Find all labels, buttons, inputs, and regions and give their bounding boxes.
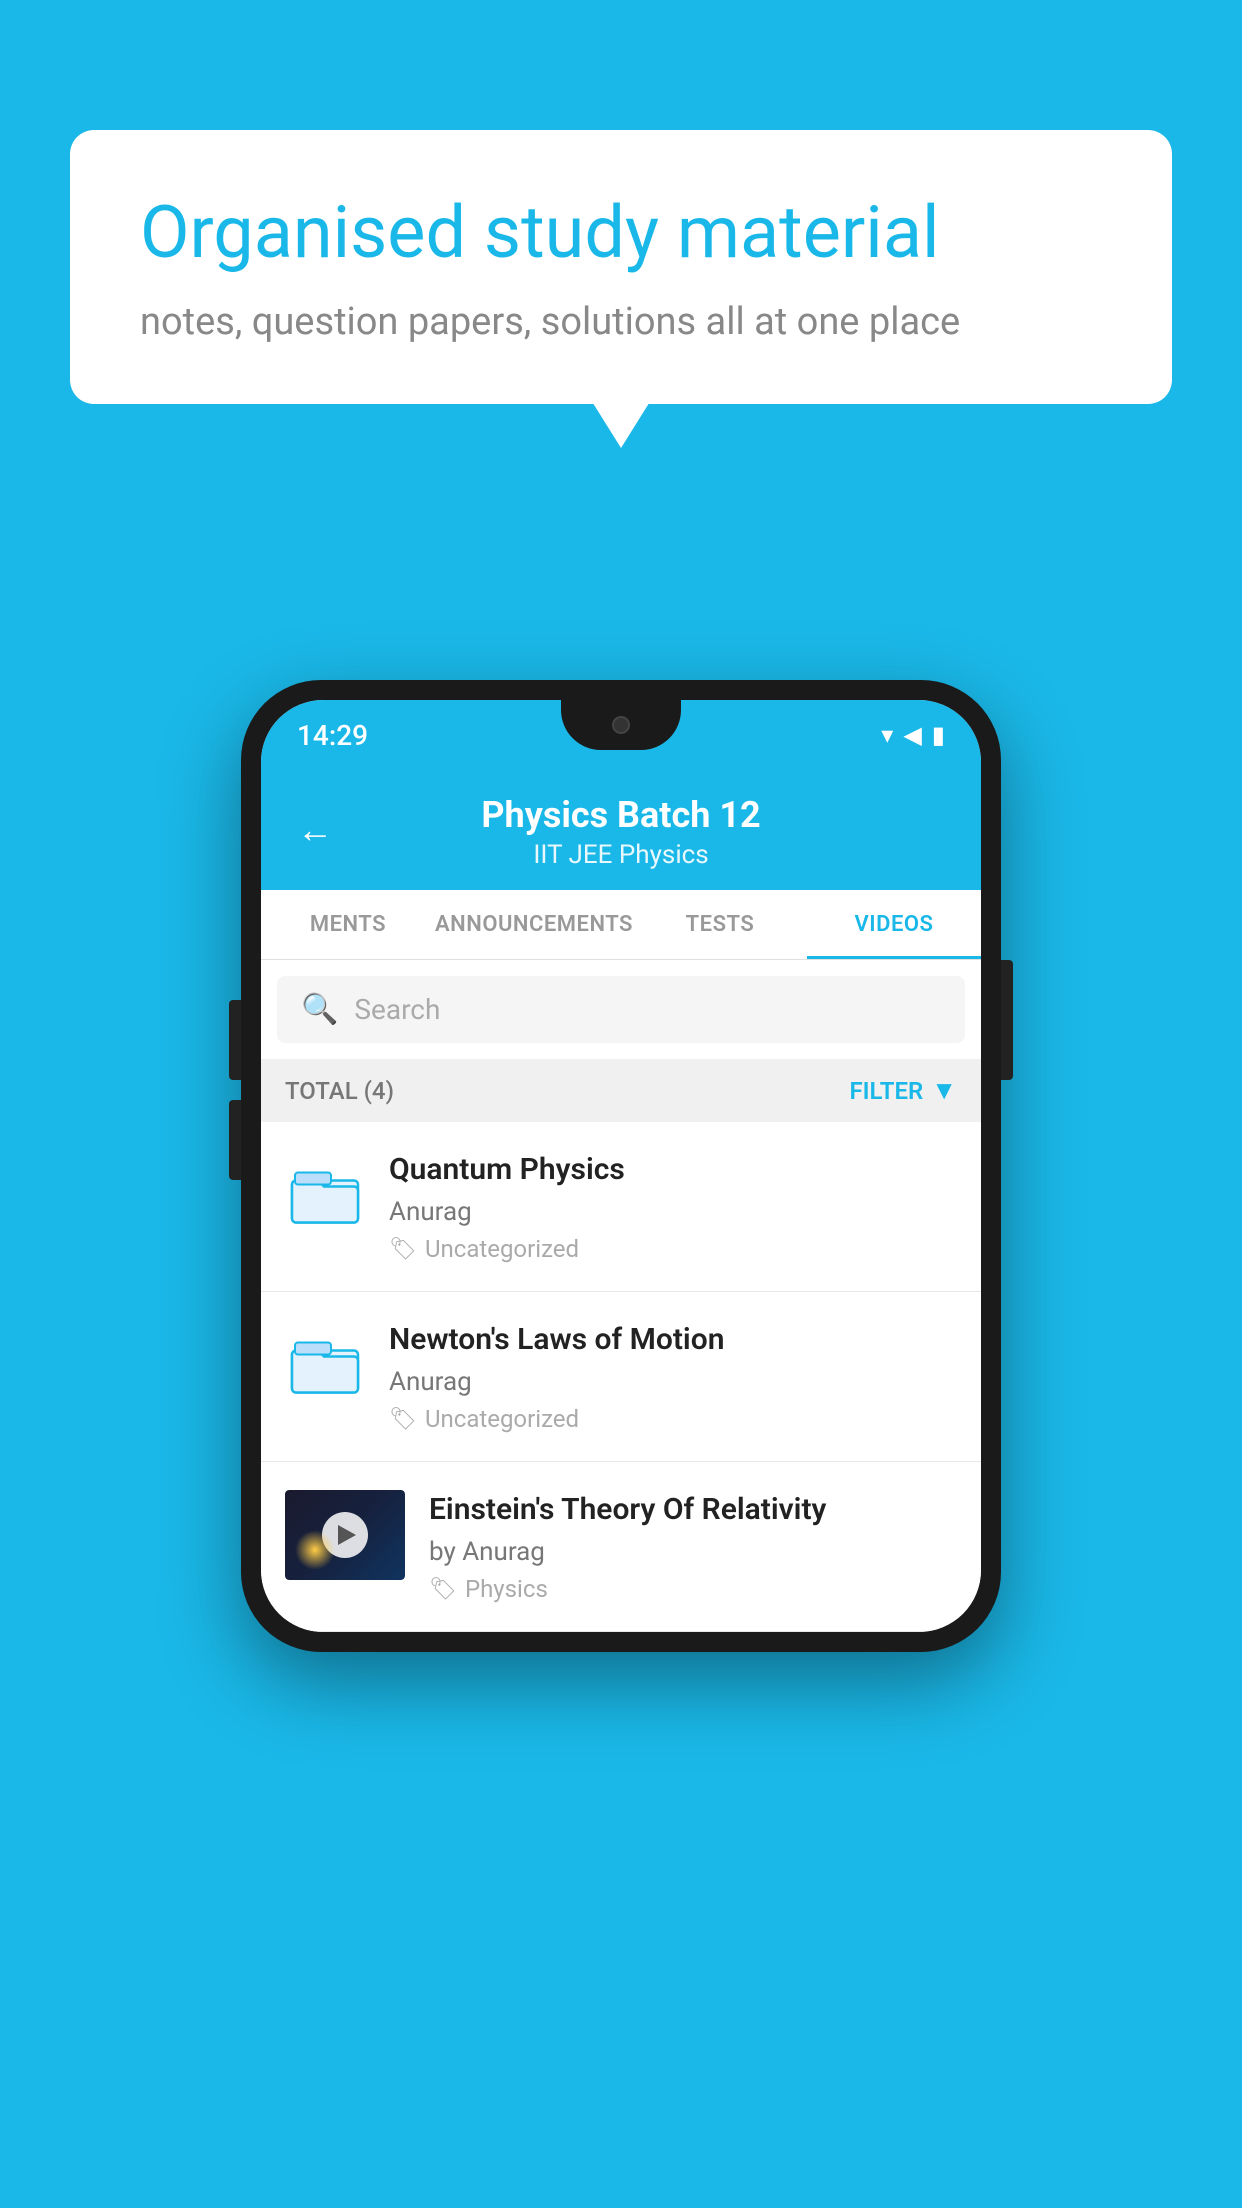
search-bar[interactable]: 🔍 Search [277, 976, 965, 1043]
camera-dot [612, 716, 630, 734]
tag-icon: 🏷 [389, 1237, 417, 1262]
header-subtitle: IIT JEE Physics [297, 840, 945, 870]
video-thumbnail [285, 1490, 405, 1580]
video-tag: 🏷 Physics [429, 1575, 957, 1603]
list-item[interactable]: Newton's Laws of Motion Anurag 🏷 Uncateg… [261, 1292, 981, 1462]
tag-icon: 🏷 [429, 1577, 457, 1602]
list-item[interactable]: Quantum Physics Anurag 🏷 Uncategorized [261, 1122, 981, 1292]
tab-videos[interactable]: VIDEOS [807, 890, 981, 959]
back-button[interactable]: ← [297, 809, 333, 851]
video-info: Quantum Physics Anurag 🏷 Uncategorized [389, 1150, 957, 1263]
filter-bar: TOTAL (4) FILTER ▼ [261, 1059, 981, 1122]
video-tag: 🏷 Uncategorized [389, 1405, 957, 1433]
tag-icon: 🏷 [389, 1407, 417, 1432]
battery-icon: ▮ [932, 721, 945, 749]
status-time: 14:29 [297, 719, 368, 752]
list-item[interactable]: Einstein's Theory Of Relativity by Anura… [261, 1462, 981, 1632]
header-title: Physics Batch 12 [297, 794, 945, 836]
thumb-glow [295, 1530, 335, 1570]
video-info: Einstein's Theory Of Relativity by Anura… [429, 1490, 957, 1603]
video-author: by Anurag [429, 1537, 957, 1567]
video-author: Anurag [389, 1367, 957, 1397]
total-count: TOTAL (4) [285, 1077, 394, 1105]
status-icons: ▾ ◀ ▮ [881, 721, 945, 749]
filter-icon: ▼ [931, 1075, 957, 1106]
folder-icon [285, 1324, 365, 1404]
tab-ments[interactable]: MENTS [261, 890, 435, 959]
video-tag: 🏷 Uncategorized [389, 1235, 957, 1263]
video-list: Quantum Physics Anurag 🏷 Uncategorized [261, 1122, 981, 1632]
bubble-title: Organised study material [140, 190, 1102, 276]
speech-bubble: Organised study material notes, question… [70, 130, 1172, 404]
video-title: Quantum Physics [389, 1150, 957, 1189]
bubble-subtitle: notes, question papers, solutions all at… [140, 300, 1102, 344]
phone-mockup: 14:29 ▾ ◀ ▮ ← Physics Batch 12 IIT JEE P… [241, 680, 1001, 1652]
video-author: Anurag [389, 1197, 957, 1227]
video-title: Newton's Laws of Motion [389, 1320, 957, 1359]
phone-outer: 14:29 ▾ ◀ ▮ ← Physics Batch 12 IIT JEE P… [241, 680, 1001, 1652]
status-bar: 14:29 ▾ ◀ ▮ [261, 700, 981, 770]
wifi-icon: ▾ [881, 721, 893, 749]
tab-announcements[interactable]: ANNOUNCEMENTS [435, 890, 633, 959]
signal-icon: ◀ [903, 721, 921, 749]
search-placeholder: Search [354, 993, 440, 1026]
speech-bubble-container: Organised study material notes, question… [70, 130, 1172, 404]
tab-tests[interactable]: TESTS [633, 890, 807, 959]
search-icon: 🔍 [301, 992, 338, 1027]
video-title: Einstein's Theory Of Relativity [429, 1490, 957, 1529]
play-icon [338, 1525, 356, 1545]
filter-button[interactable]: FILTER ▼ [849, 1075, 957, 1106]
video-info: Newton's Laws of Motion Anurag 🏷 Uncateg… [389, 1320, 957, 1433]
folder-icon [285, 1154, 365, 1234]
phone-screen: 14:29 ▾ ◀ ▮ ← Physics Batch 12 IIT JEE P… [261, 700, 981, 1632]
tab-bar: MENTS ANNOUNCEMENTS TESTS VIDEOS [261, 890, 981, 960]
app-header: ← Physics Batch 12 IIT JEE Physics [261, 770, 981, 890]
notch [561, 700, 681, 750]
